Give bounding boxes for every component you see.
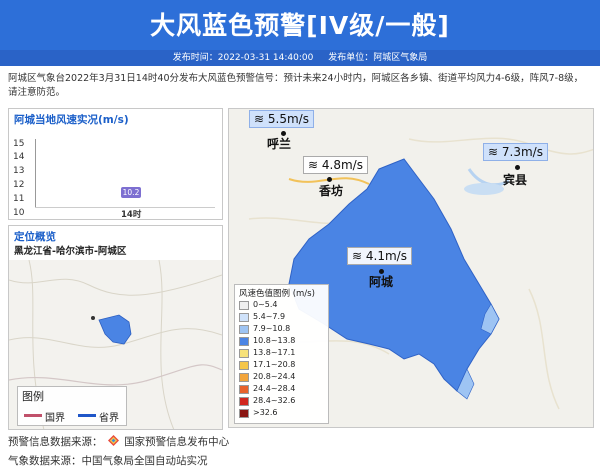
provincial-border-swatch [78, 414, 96, 417]
y-tick: 10 [13, 208, 25, 218]
wind-bubble-hulan: ≋ 5.5m/s [249, 110, 314, 128]
legend-national: 国界 [45, 413, 65, 424]
city-acheng: 阿城 [369, 275, 394, 289]
location-title: 定位概览 [14, 231, 56, 243]
wind-x-label: 14时 [121, 210, 142, 220]
city-binxian: 宾县 [503, 173, 528, 187]
warning-meta: 发布时间：2022-03-31 14:40:00 发布单位：阿城区气象局 [0, 50, 600, 66]
legend-provincial: 省界 [99, 413, 119, 424]
national-border-swatch [24, 414, 42, 417]
wind-bubble-xiangfang: ≋ 4.8m/s [303, 156, 368, 174]
city-xiangfang: 香坊 [319, 184, 344, 198]
wind-bubble-acheng: ≋ 4.1m/s [347, 247, 412, 265]
wind-icon: ≋ [308, 158, 322, 172]
y-tick: 13 [13, 166, 25, 176]
overview-legend: 图例 国界 省界 [17, 386, 127, 426]
city-dot [515, 165, 520, 170]
y-tick: 15 [13, 139, 25, 149]
warning-header: 大风蓝色预警[IV级/一般] 发布时间：2022-03-31 14:40:00 … [0, 0, 600, 66]
legend-title: 图例 [22, 390, 44, 403]
warning-source-line: 预警信息数据来源： 国家预警信息发布中心 [8, 435, 230, 448]
wind-panel-title: 阿城当地风速实况(m/s) [14, 114, 129, 126]
publish-unit: 发布单位：阿城区气象局 [328, 53, 428, 63]
warning-title: 大风蓝色预警[IV级/一般] [150, 11, 450, 40]
y-tick: 11 [13, 194, 25, 204]
location-overview-panel: 定位概览 黑龙江省-哈尔滨市-阿城区 图例 国界 省界 [8, 225, 223, 430]
location-path: 黑龙江省-哈尔滨市-阿城区 [14, 246, 127, 257]
y-tick: 14 [13, 152, 25, 162]
weather-source-line: 气象数据来源：中国气象局全国自动站实况 [8, 455, 208, 467]
warning-description: 阿城区气象台2022年3月31日14时40分发布大风蓝色预警信号：预计未来24小… [8, 73, 584, 98]
wind-legend-title: 风速色值图例 (m/s) [239, 289, 315, 299]
wind-bubble-binxian: ≋ 7.3m/s [483, 143, 548, 161]
wind-value-label: 10.2 [121, 187, 141, 198]
city-hulan: 呼兰 [267, 137, 292, 151]
wind-color-legend: 风速色值图例 (m/s) 0~5.4 5.4~7.9 7.9~10.8 10.8… [234, 284, 329, 424]
wind-speed-panel: 阿城当地风速实况(m/s) 15 14 13 12 11 10 10.2 14时 [8, 108, 223, 220]
y-tick: 12 [13, 180, 25, 190]
wind-icon: ≋ [352, 249, 366, 263]
y-axis-line [35, 139, 36, 207]
warning-center-name: 国家预警信息发布中心 [124, 436, 230, 448]
warning-center-logo-icon [107, 435, 119, 446]
wind-icon: ≋ [488, 145, 502, 159]
publish-time: 发布时间：2022-03-31 14:40:00 [172, 53, 314, 63]
wind-icon: ≋ [254, 112, 268, 126]
wind-map[interactable]: ≋ 5.5m/s 呼兰 ≋ 4.8m/s 香坊 ≋ 7.3m/s 宾县 ≋ 4.… [228, 108, 594, 428]
